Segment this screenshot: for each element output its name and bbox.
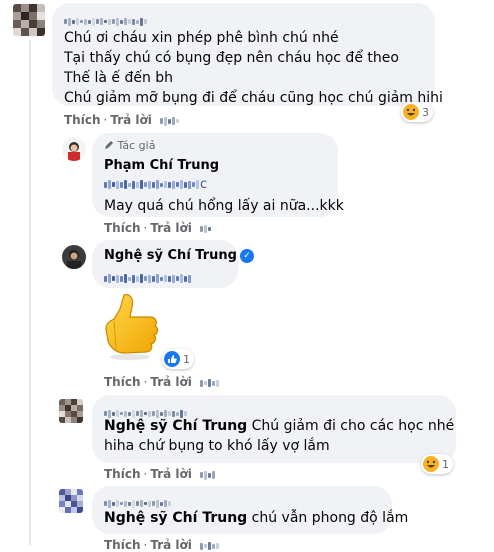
mention-suffix: c [200,177,208,192]
comment-text-line: Chú giảm mỡ bụng đi để cháu cũng học chú… [64,90,443,106]
commenter-avatar[interactable] [13,4,45,36]
reply-link[interactable]: Trả lời [150,467,192,481]
mention-link[interactable]: Nghệ sỹ Chí Trung [104,418,247,434]
comment-text: Chú giảm đi cho các học nhé [251,418,455,434]
commenter-avatar[interactable] [59,399,83,423]
comment-text-line: Thế là ế đến bh [64,70,174,86]
reaction-count-badge[interactable]: 3 [401,102,433,122]
commenter-name[interactable]: Phạm Chí Trung [104,157,326,174]
comment-text-line: Nghệ sỹ Chí Trung Chú giảm đi cho các họ… [104,416,454,436]
haha-reaction-icon [423,456,439,472]
timestamp-blurred [199,376,220,390]
like-link[interactable]: Thích [104,538,141,552]
reaction-count: 1 [183,352,190,366]
reaction-count-badge[interactable]: 1 [421,454,453,474]
comment-bubble: Nghệ sỹ Chí Trung Chú giảm đi cho các họ… [92,395,456,463]
commenter-name[interactable]: Nghệ sỹ Chí Trung ✓ [104,247,254,264]
reply-link[interactable]: Trả lời [150,538,192,552]
comment-actions: Thích · Trả lời [104,538,220,552]
comment-bubble: Tác giả Phạm Chí Trung c May quá chú hổn… [92,133,344,217]
comment-actions: Thích · Trả lời [64,113,180,128]
like-link[interactable]: Thích [64,113,101,127]
like-link[interactable]: Thích [104,467,141,481]
thread-line [29,40,31,545]
comment-bubble: Nghệ sỹ Chí Trung chú vẫn phong độ lắm [92,486,408,534]
timestamp-blurred [199,539,220,552]
commenter-name-blurred[interactable] [104,492,380,508]
commenter-avatar[interactable] [59,489,83,513]
reply-link[interactable]: Trả lời [150,375,192,389]
timestamp-blurred [159,114,180,128]
blurred-mention[interactable] [104,176,200,193]
thumbs-up-sticker [100,291,162,363]
author-avatar[interactable] [62,137,86,161]
mention-line: c [104,176,326,193]
author-tag: Tác giả [104,139,326,153]
comment-bubble: Chú ơi cháu xin phép phê bình chú nhé Tạ… [52,3,443,106]
comment-text: May quá chú hổng lấy ai nữa...kkk [104,198,344,214]
comment-text-line: Tại thấy chú có bụng đẹp nên cháu học để… [64,50,399,66]
comment-text-line: Chú ơi cháu xin phép phê bình chú nhé [64,30,339,46]
like-link[interactable]: Thích [104,375,141,389]
comment-text-line: Nghệ sỹ Chí Trung chú vẫn phong độ lắm [104,508,408,528]
reaction-count-badge[interactable]: 1 [162,349,194,369]
commenter-name-blurred[interactable] [64,10,423,26]
reply-link[interactable]: Trả lời [150,221,192,235]
reaction-count: 3 [422,105,429,119]
reply-link[interactable]: Trả lời [110,113,152,127]
comment-actions: Thích · Trả lời [104,221,212,236]
reaction-count: 1 [442,457,449,471]
comment-text: chú vẫn phong độ lắm [251,510,409,526]
artist-avatar[interactable] [62,245,86,269]
timestamp-blurred [199,222,212,236]
verified-badge-icon: ✓ [239,248,254,263]
pen-icon [105,141,113,149]
haha-reaction-icon [403,104,419,120]
comment-text-line: hiha chứ bụng to khó lấy vợ lắm [104,438,330,454]
timestamp-blurred [199,468,216,482]
blurred-mention[interactable] [104,268,192,287]
commenter-name-blurred[interactable] [104,402,444,418]
like-link[interactable]: Thích [104,221,141,235]
mention-link[interactable]: Nghệ sỹ Chí Trung [104,510,247,526]
comment-actions: Thích · Trả lời [104,375,220,390]
commenter-name-label: Nghệ sỹ Chí Trung [104,248,237,263]
author-tag-label: Tác giả [117,139,156,152]
comment-actions: Thích · Trả lời [104,467,216,482]
like-reaction-icon [164,351,180,367]
mention-line [104,267,226,283]
comment-bubble: Nghệ sỹ Chí Trung ✓ [92,240,254,288]
